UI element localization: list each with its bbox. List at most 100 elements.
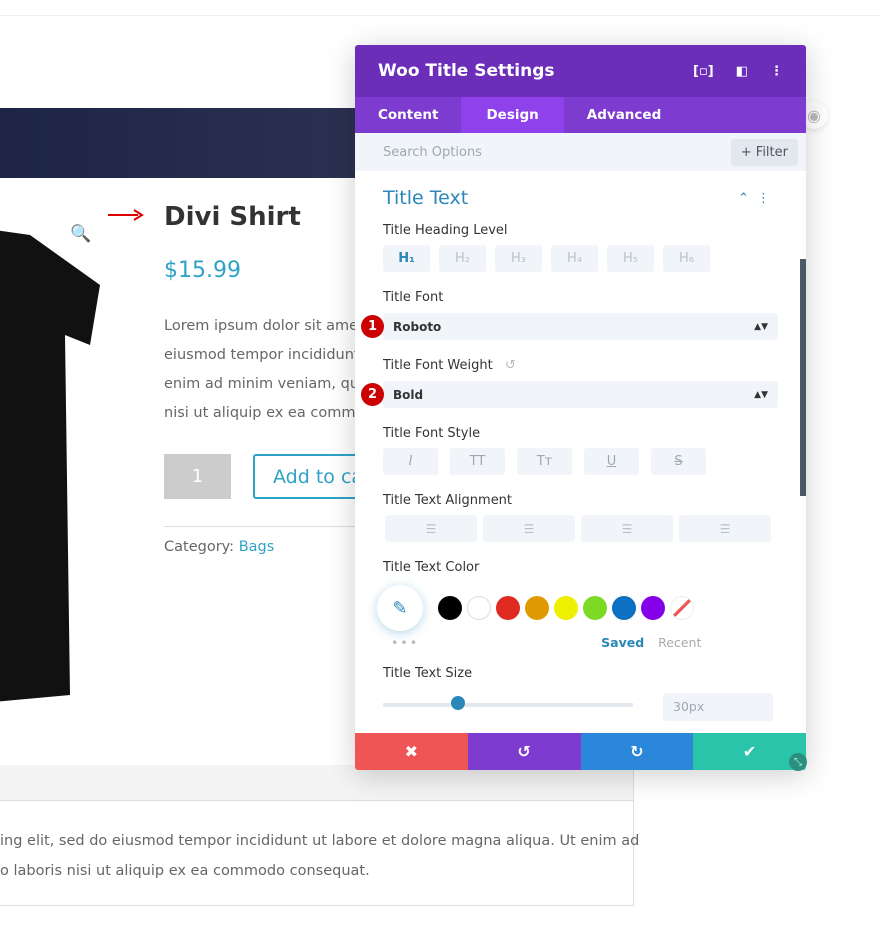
- heading-h3-button[interactable]: H₃: [495, 245, 542, 272]
- font-label: Title Font: [383, 290, 444, 305]
- color-swatch[interactable]: [641, 596, 665, 620]
- quantity-input[interactable]: 1: [164, 454, 231, 499]
- more-dots-icon[interactable]: •••: [391, 635, 419, 650]
- desc-line: Lorem ipsum dolor sit amet,: [164, 318, 359, 334]
- tab-content[interactable]: Content: [355, 97, 461, 133]
- color-swatches: ✎: [377, 585, 778, 631]
- font-style-label: Title Font Style: [383, 426, 481, 441]
- tab-text-line: ing elit, sed do eiusmod tempor incididu…: [0, 833, 640, 849]
- heading-h2-button[interactable]: H₂: [439, 245, 486, 272]
- tab-content: ing elit, sed do eiusmod tempor incididu…: [0, 826, 639, 886]
- desc-line: nisi ut aliquip ex ea commodo: [164, 405, 359, 421]
- resize-handle-icon[interactable]: ⤡: [789, 753, 807, 771]
- product-description: Lorem ipsum dolor sit amet, eiusmod temp…: [164, 312, 359, 428]
- desc-line: eiusmod tempor incididunt: [164, 347, 359, 363]
- step-badge: 1: [361, 315, 384, 338]
- settings-panel: Woo Title Settings [▫] ◧ ⋮ Content Design …: [355, 45, 806, 770]
- align-center-icon[interactable]: ☰: [483, 515, 575, 542]
- capitalize-button[interactable]: Tт: [517, 448, 572, 475]
- select-arrows-icon: ▲▼: [754, 321, 768, 332]
- zoom-search-icon[interactable]: 🔍: [70, 224, 91, 244]
- panel-tabs: Content Design Advanced: [355, 97, 806, 133]
- color-label: Title Text Color: [383, 560, 480, 575]
- slider-handle[interactable]: [451, 696, 465, 710]
- font-value: Roboto: [393, 319, 442, 334]
- section-title: Title Text: [383, 187, 469, 209]
- align-left-icon[interactable]: ☰: [385, 515, 477, 542]
- split-view-icon[interactable]: ◧: [736, 64, 748, 79]
- tab-advanced[interactable]: Advanced: [564, 97, 684, 133]
- font-select[interactable]: 1 Roboto ▲▼: [361, 313, 778, 340]
- size-input[interactable]: 30px: [663, 693, 773, 721]
- heading-h4-button[interactable]: H₄: [551, 245, 598, 272]
- add-to-cart-button[interactable]: Add to cart: [253, 454, 363, 499]
- select-arrows-icon: ▲▼: [754, 389, 768, 400]
- alignment-options: ☰ ☰ ☰ ☰: [383, 515, 778, 542]
- heading-h1-button[interactable]: H₁: [383, 245, 430, 272]
- size-label: Title Text Size: [383, 666, 473, 681]
- redo-button[interactable]: ↻: [580, 733, 694, 770]
- align-justify-icon[interactable]: ☰: [679, 515, 771, 542]
- font-weight-select[interactable]: 2 Bold ▲▼: [361, 381, 778, 408]
- heading-level-options: H₁ H₂ H₃ H₄ H₅ H₆: [383, 245, 778, 272]
- slider-track[interactable]: [383, 703, 633, 707]
- saved-tab[interactable]: Saved: [601, 635, 644, 650]
- font-weight-value: Bold: [393, 387, 424, 402]
- recent-tab[interactable]: Recent: [658, 635, 701, 650]
- divider: [164, 526, 364, 527]
- tab-design[interactable]: Design: [461, 97, 564, 133]
- product-tabs-bar[interactable]: [0, 765, 633, 801]
- product-price: $15.99: [164, 258, 241, 283]
- fullscreen-icon[interactable]: [▫]: [693, 64, 714, 79]
- align-right-icon[interactable]: ☰: [581, 515, 673, 542]
- red-arrow-icon: [108, 209, 144, 221]
- color-swatch[interactable]: [438, 596, 462, 620]
- no-color-swatch[interactable]: [670, 596, 694, 620]
- font-weight-label: Title Font Weight ↺: [383, 358, 778, 373]
- italic-button[interactable]: I: [383, 448, 438, 475]
- uppercase-button[interactable]: TT: [450, 448, 505, 475]
- alignment-label: Title Text Alignment: [383, 493, 513, 508]
- size-slider[interactable]: 30px: [383, 693, 778, 721]
- tab-text-line: o laboris nisi ut aliquip ex ea commodo …: [0, 863, 370, 879]
- color-swatch[interactable]: [583, 596, 607, 620]
- font-weight-label-text: Title Font Weight: [383, 358, 493, 373]
- step-badge: 2: [361, 383, 384, 406]
- color-meta: ••• Saved Recent: [383, 635, 778, 650]
- panel-title: Woo Title Settings: [378, 61, 555, 81]
- color-swatch[interactable]: [496, 596, 520, 620]
- page-banner: [0, 108, 356, 178]
- color-swatch[interactable]: [525, 596, 549, 620]
- eyedropper-icon[interactable]: ✎: [377, 585, 423, 631]
- font-style-options: I TT Tт U S: [383, 448, 778, 475]
- product-category: Category: Bags: [164, 539, 274, 555]
- color-swatch[interactable]: [467, 596, 491, 620]
- product-title: Divi Shirt: [164, 202, 301, 232]
- collapse-icon[interactable]: ⌃⋮: [738, 191, 778, 206]
- heading-h5-button[interactable]: H₅: [607, 245, 654, 272]
- filter-button[interactable]: + Filter: [730, 138, 798, 166]
- undo-button[interactable]: ↺: [467, 733, 581, 770]
- reset-icon[interactable]: ↺: [505, 358, 516, 373]
- search-input[interactable]: Search Options: [383, 145, 482, 160]
- top-divider: [0, 15, 880, 16]
- category-link[interactable]: Bags: [239, 539, 275, 555]
- category-label: Category:: [164, 539, 239, 555]
- more-options-icon[interactable]: ⋮: [770, 64, 783, 79]
- scrollbar[interactable]: [800, 259, 806, 496]
- search-bar: Search Options + Filter: [355, 133, 806, 171]
- product-image-shirt: [0, 230, 100, 702]
- desc-line: enim ad minim veniam, quis: [164, 376, 359, 392]
- swatch-list: [438, 596, 665, 620]
- panel-header: Woo Title Settings [▫] ◧ ⋮: [355, 45, 806, 97]
- strikethrough-button[interactable]: S: [651, 448, 706, 475]
- color-swatch[interactable]: [612, 596, 636, 620]
- color-swatch[interactable]: [554, 596, 578, 620]
- panel-body: Title Text ⌃⋮ Title Heading Level H₁ H₂ H…: [355, 171, 806, 734]
- section-header[interactable]: Title Text ⌃⋮: [383, 187, 778, 209]
- heading-level-label: Title Heading Level: [383, 223, 508, 238]
- panel-footer: ✖ ↺ ↻ ✔: [355, 733, 806, 770]
- underline-button[interactable]: U: [584, 448, 639, 475]
- heading-h6-button[interactable]: H₆: [663, 245, 710, 272]
- cancel-button[interactable]: ✖: [355, 733, 468, 770]
